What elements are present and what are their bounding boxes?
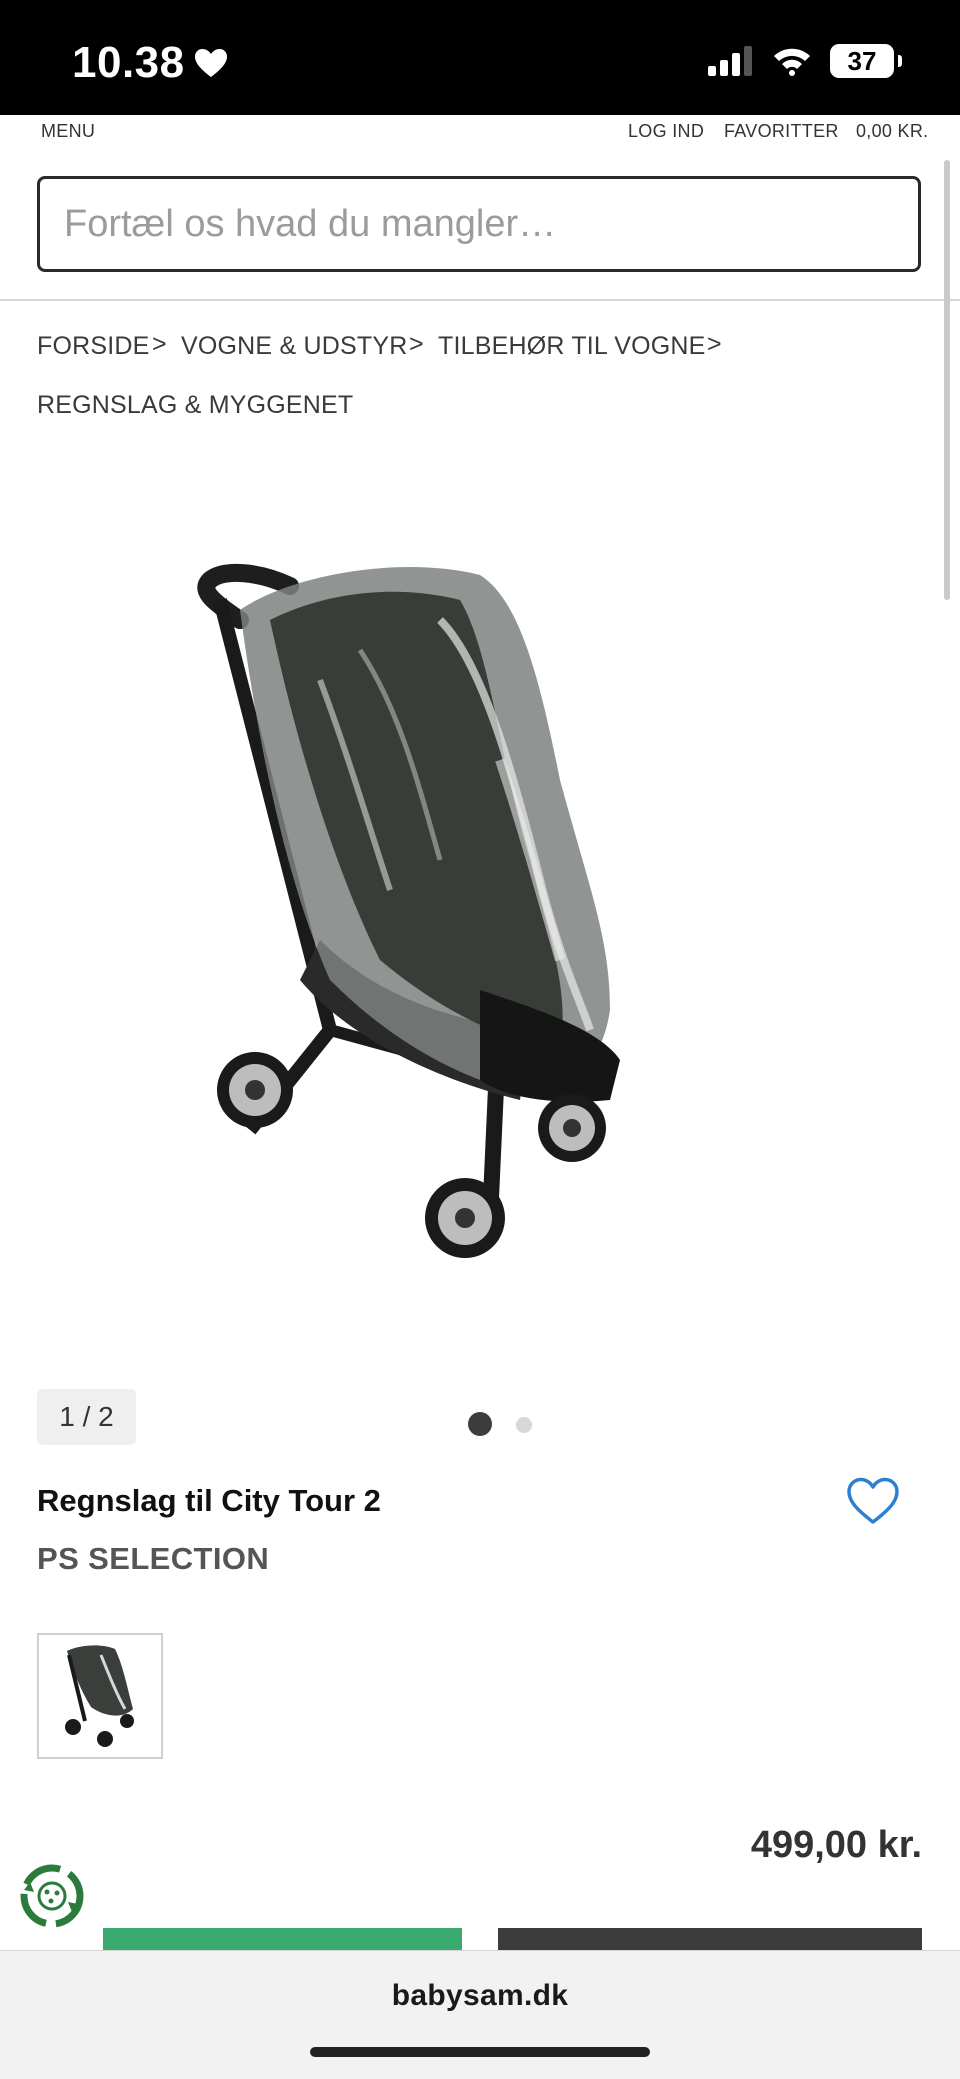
gallery-dot[interactable] (516, 1417, 532, 1433)
add-to-cart-button[interactable] (103, 1928, 462, 1952)
search-box (37, 176, 921, 272)
search-input[interactable] (64, 179, 884, 269)
secondary-action-button[interactable] (498, 1928, 922, 1952)
login-link[interactable]: LOG IND (628, 121, 704, 142)
breadcrumb-vogne-udstyr[interactable]: VOGNE & UDSTYR (181, 332, 407, 361)
recycle-icon[interactable] (16, 1860, 88, 1932)
wifi-icon (774, 48, 810, 76)
breadcrumb-separator: > (152, 330, 167, 358)
favorite-heart-icon[interactable] (846, 1476, 900, 1526)
browser-address-bar[interactable] (0, 1950, 960, 2079)
heart-icon (194, 49, 227, 77)
breadcrumb-forside[interactable]: FORSIDE (37, 332, 150, 361)
breadcrumb-separator: > (707, 330, 722, 358)
battery-level: 37 (847, 45, 877, 76)
favorites-link[interactable]: FAVORITTER (724, 121, 839, 142)
gallery-dot-active[interactable] (468, 1412, 492, 1436)
product-price: 499,00 kr. (750, 1824, 922, 1866)
breadcrumb-current[interactable]: REGNSLAG & MYGGENET (37, 391, 353, 420)
product-image[interactable] (180, 560, 720, 1280)
status-time: 10.38 (72, 38, 229, 88)
status-icons: 37 (708, 44, 902, 78)
status-time-text: 10.38 (72, 38, 185, 87)
home-indicator[interactable] (310, 2047, 650, 2057)
cart-total[interactable]: 0,00 KR. (856, 121, 928, 142)
breadcrumb-tilbehor[interactable]: TILBEHØR TIL VOGNE (438, 332, 706, 361)
image-counter: 1 / 2 (37, 1389, 136, 1445)
header-divider (0, 299, 960, 301)
product-brand[interactable]: PS SELECTION (37, 1541, 269, 1577)
wheel (217, 1052, 293, 1128)
scrollbar[interactable] (944, 160, 950, 600)
product-title: Regnslag til City Tour 2 (37, 1483, 381, 1518)
menu-button[interactable]: MENU (41, 121, 95, 142)
browser-url[interactable]: babysam.dk (0, 1979, 960, 2013)
signal-icon (708, 46, 752, 76)
breadcrumb-separator: > (409, 330, 424, 358)
battery-icon: 37 (830, 44, 902, 78)
product-thumbnail[interactable] (37, 1633, 163, 1759)
